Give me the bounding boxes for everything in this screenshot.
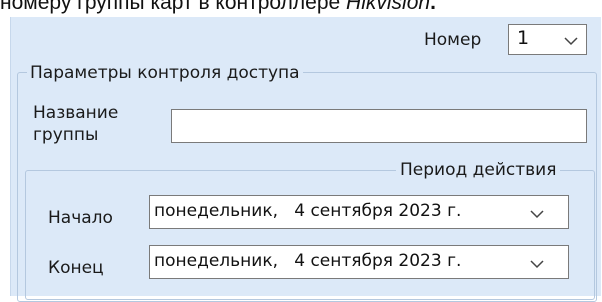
settings-panel: Номер 1 Параметры контроля доступа Назва… [10, 17, 601, 302]
caption-vendor: Hikvision [346, 0, 431, 14]
name-label-line2: группы [33, 125, 99, 145]
name-label-line1: Название [33, 103, 119, 123]
number-label: Номер [424, 30, 482, 50]
start-date-value: понедельник, 4 сентября 2023 г. [154, 201, 462, 221]
chevron-down-icon [530, 260, 544, 269]
caption-prefix: номеру группы карт в контроллере [0, 0, 347, 14]
chevron-down-icon [530, 210, 544, 219]
caption-suffix: . [430, 0, 436, 14]
number-select[interactable]: 1 [508, 24, 587, 55]
validity-period-title: Период действия [396, 160, 561, 180]
document-caption: номеру группы карт в контроллере Hikvisi… [0, 0, 602, 15]
validity-period-groupbox [25, 170, 595, 300]
start-date-picker[interactable]: понедельник, 4 сентября 2023 г. [149, 195, 569, 229]
start-label: Начало [48, 208, 113, 228]
number-select-value: 1 [517, 27, 530, 49]
group-name-input[interactable] [171, 109, 587, 143]
chevron-down-icon [564, 37, 578, 46]
end-label: Конец [48, 258, 104, 278]
end-date-value: понедельник, 4 сентября 2023 г. [154, 251, 462, 271]
end-date-picker[interactable]: понедельник, 4 сентября 2023 г. [149, 245, 569, 279]
access-control-title: Параметры контроля доступа [27, 63, 303, 83]
